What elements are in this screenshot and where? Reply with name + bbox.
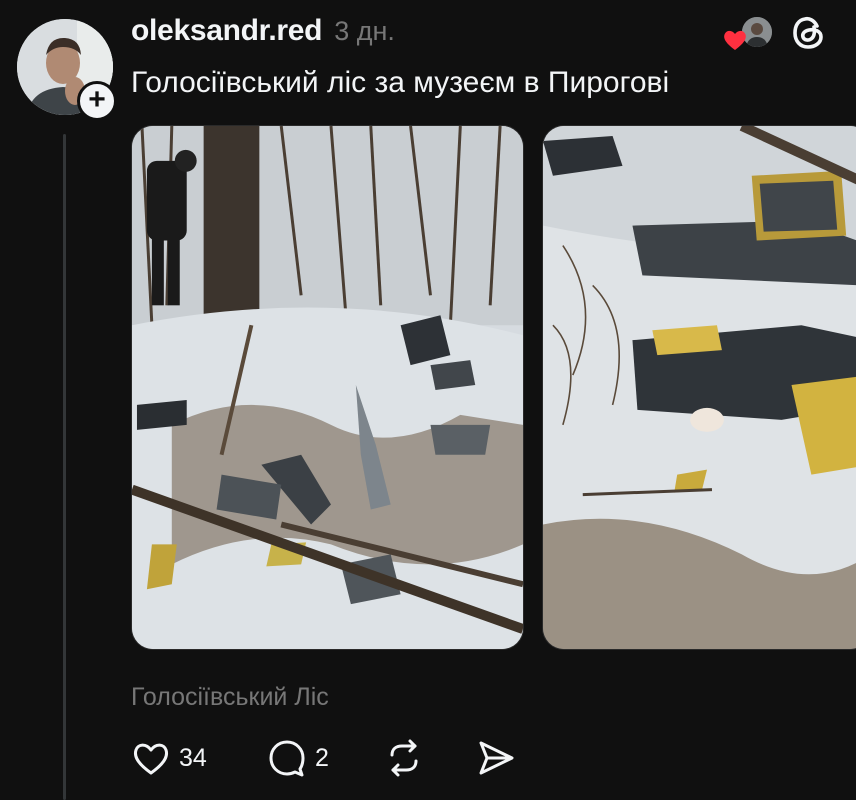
thread-line bbox=[63, 134, 66, 800]
follow-button[interactable]: + bbox=[77, 81, 117, 121]
speech-bubble-icon bbox=[269, 740, 305, 777]
like-button[interactable]: 34 bbox=[131, 736, 267, 780]
share-button[interactable] bbox=[476, 736, 516, 780]
location-tag[interactable]: Голосіївський Ліс bbox=[131, 683, 329, 712]
send-arrow-icon bbox=[479, 741, 514, 775]
post-header: oleksandr.red 3 дн. bbox=[131, 14, 395, 54]
like-count: 34 bbox=[179, 743, 207, 772]
repost-button[interactable] bbox=[384, 736, 476, 780]
reply-count: 2 bbox=[315, 743, 329, 772]
heart-icon bbox=[724, 30, 746, 50]
plus-icon: + bbox=[88, 82, 106, 116]
post-photo-2[interactable] bbox=[542, 125, 856, 650]
repost-arrows-icon bbox=[390, 739, 418, 777]
liked-by-indicator[interactable] bbox=[722, 15, 774, 51]
heart-outline-icon bbox=[133, 743, 169, 775]
post-photo-1[interactable] bbox=[131, 125, 524, 650]
post-caption: Голосіївський ліс за музеєм в Пирогові bbox=[131, 66, 670, 99]
threads-logo[interactable] bbox=[790, 14, 828, 52]
post-time: 3 дн. bbox=[334, 16, 395, 46]
username-link[interactable]: oleksandr.red bbox=[131, 14, 323, 48]
post-actions: 34 2 bbox=[131, 736, 516, 780]
reply-button[interactable]: 2 bbox=[267, 736, 384, 780]
